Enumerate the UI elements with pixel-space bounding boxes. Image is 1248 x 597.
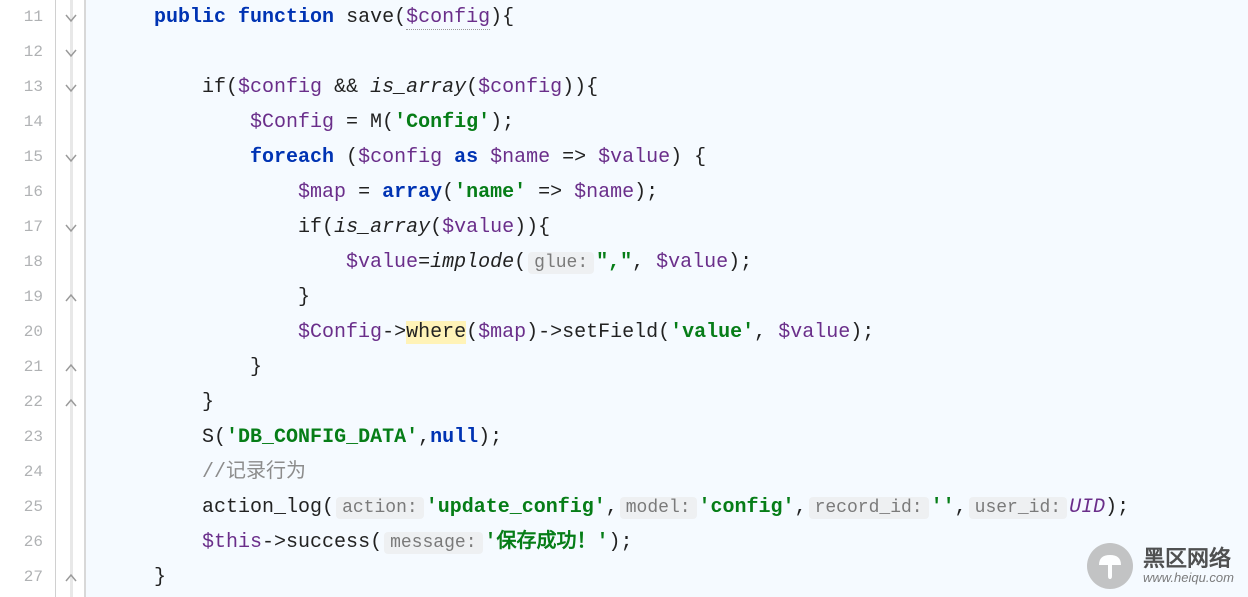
code-line-21[interactable]: }: [86, 350, 1248, 385]
line-number[interactable]: 27: [0, 560, 55, 595]
fold-open-icon[interactable]: [62, 79, 80, 97]
param-hint-model: model:: [620, 497, 697, 519]
code-line-24[interactable]: //记录行为: [86, 455, 1248, 490]
fold-close-icon[interactable]: [62, 289, 80, 307]
code-line-18[interactable]: $value=implode(glue:",", $value);: [86, 245, 1248, 280]
param-hint-glue: glue:: [528, 252, 594, 274]
code-line-11[interactable]: public function save($config){: [86, 0, 1248, 35]
line-number[interactable]: 23: [0, 420, 55, 455]
line-number[interactable]: 11: [0, 0, 55, 35]
code-line-20[interactable]: $Config->where($map)->setField('value', …: [86, 315, 1248, 350]
fold-close-icon[interactable]: [62, 359, 80, 377]
code-line-26[interactable]: $this->success(message:'保存成功！');: [86, 525, 1248, 560]
code-line-12[interactable]: [86, 35, 1248, 70]
line-number[interactable]: 14: [0, 105, 55, 140]
line-number[interactable]: 25: [0, 490, 55, 525]
fold-open-icon[interactable]: [62, 44, 80, 62]
code-line-22[interactable]: }: [86, 385, 1248, 420]
line-number[interactable]: 21: [0, 350, 55, 385]
code-line-27[interactable]: }: [86, 560, 1248, 595]
line-number[interactable]: 18: [0, 245, 55, 280]
line-number[interactable]: 12: [0, 35, 55, 70]
fold-column: [56, 0, 86, 597]
line-number[interactable]: 26: [0, 525, 55, 560]
highlight-where: where: [406, 321, 466, 344]
param-hint-action: action:: [336, 497, 424, 519]
code-line-13[interactable]: if($config && is_array($config)){: [86, 70, 1248, 105]
line-number[interactable]: 24: [0, 455, 55, 490]
code-editor[interactable]: public function save($config){ if($confi…: [86, 0, 1248, 597]
code-line-14[interactable]: $Config = M('Config');: [86, 105, 1248, 140]
param-hint-record-id: record_id:: [809, 497, 929, 519]
fold-open-icon[interactable]: [62, 9, 80, 27]
fold-open-icon[interactable]: [62, 149, 80, 167]
line-number[interactable]: 22: [0, 385, 55, 420]
code-line-25[interactable]: action_log(action:'update_config',model:…: [86, 490, 1248, 525]
line-number-gutter: 11 12 13 14 15 16 17 18 19 20 21 22 23 2…: [0, 0, 56, 597]
code-line-16[interactable]: $map = array('name' => $name);: [86, 175, 1248, 210]
param-hint-user-id: user_id:: [969, 497, 1067, 519]
param-hint-message: message:: [384, 532, 482, 554]
line-number[interactable]: 17: [0, 210, 55, 245]
line-number[interactable]: 20: [0, 315, 55, 350]
fold-close-icon[interactable]: [62, 569, 80, 587]
line-number[interactable]: 19: [0, 280, 55, 315]
line-number[interactable]: 13: [0, 70, 55, 105]
fold-close-icon[interactable]: [62, 394, 80, 412]
code-line-19[interactable]: }: [86, 280, 1248, 315]
code-line-15[interactable]: foreach ($config as $name => $value) {: [86, 140, 1248, 175]
code-line-23[interactable]: S('DB_CONFIG_DATA',null);: [86, 420, 1248, 455]
line-number[interactable]: 15: [0, 140, 55, 175]
fold-open-icon[interactable]: [62, 219, 80, 237]
code-line-17[interactable]: if(is_array($value)){: [86, 210, 1248, 245]
line-number[interactable]: 16: [0, 175, 55, 210]
